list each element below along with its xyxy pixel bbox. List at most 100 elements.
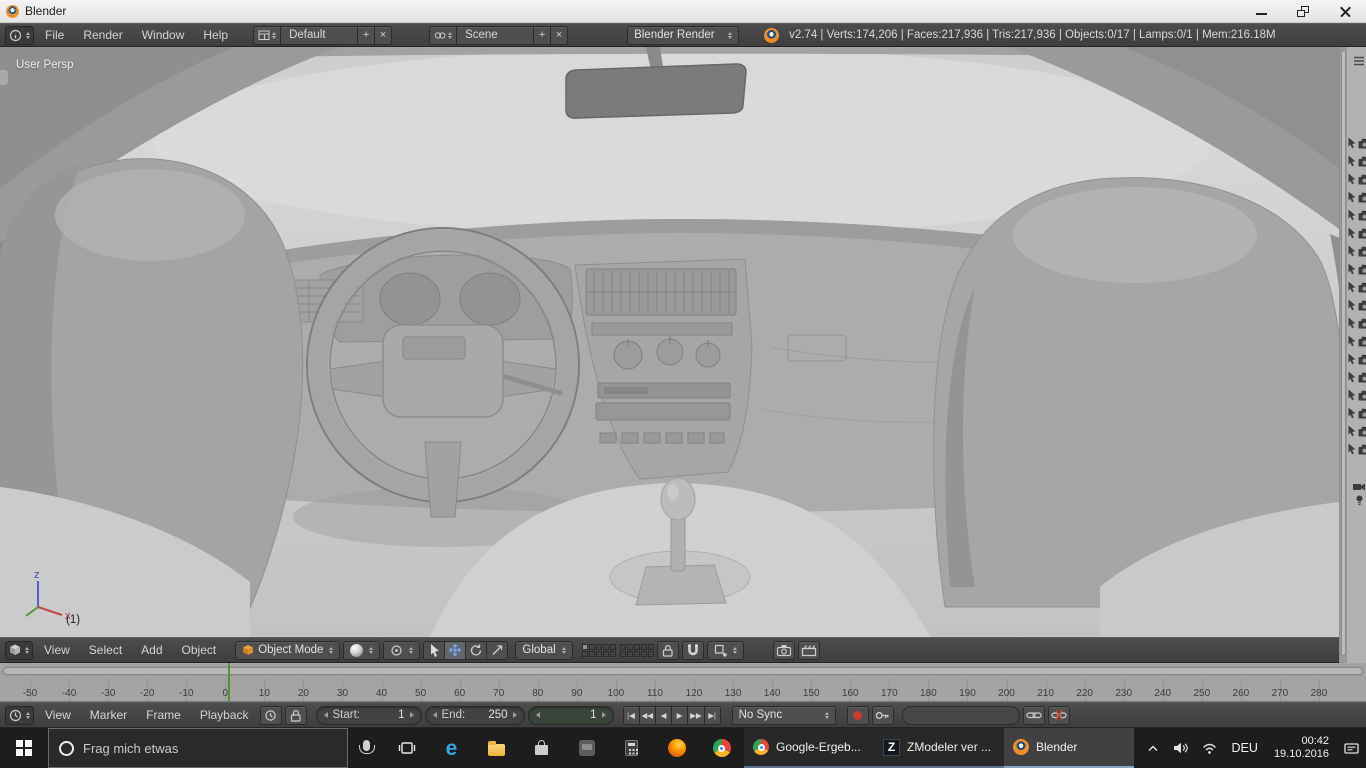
outliner-row[interactable] xyxy=(1347,371,1366,383)
bind-camera-button[interactable] xyxy=(1022,705,1045,725)
outliner-row[interactable] xyxy=(1347,191,1366,203)
unbind-camera-button[interactable] xyxy=(1047,705,1070,725)
snap-toggle[interactable] xyxy=(681,640,704,660)
layer-cell[interactable] xyxy=(640,643,647,650)
pivot-point-selector[interactable] xyxy=(383,640,421,660)
outliner-row[interactable] xyxy=(1347,407,1366,419)
volume-button[interactable] xyxy=(1166,728,1195,768)
sync-mode-selector[interactable]: No Sync xyxy=(731,705,836,725)
screen-layout-add-button[interactable]: + xyxy=(357,25,376,45)
decrement-arrow-icon[interactable] xyxy=(323,712,328,718)
menu-object[interactable]: Object xyxy=(174,643,225,657)
layer-cell[interactable] xyxy=(581,650,588,657)
opengl-render-animation-button[interactable] xyxy=(797,640,820,660)
outliner-row[interactable] xyxy=(1347,443,1366,455)
action-center-button[interactable] xyxy=(1337,728,1366,768)
scene-add-button[interactable]: + xyxy=(533,25,552,45)
increment-arrow-icon[interactable] xyxy=(512,712,517,718)
outliner-row[interactable] xyxy=(1347,209,1366,221)
layer-cell[interactable] xyxy=(602,643,609,650)
close-button[interactable] xyxy=(1324,0,1366,22)
outliner-row[interactable] xyxy=(1347,137,1366,149)
decrement-arrow-icon[interactable] xyxy=(535,712,540,718)
render-engine-selector[interactable]: Blender Render xyxy=(627,25,740,45)
increment-arrow-icon[interactable] xyxy=(409,712,414,718)
outliner-row[interactable] xyxy=(1347,173,1366,185)
editor-type-selector-timeline[interactable] xyxy=(5,705,34,725)
auto-keyframe-toggle[interactable] xyxy=(846,705,869,725)
manipulator-translate-button[interactable] xyxy=(444,640,467,660)
taskbar-app-chrome[interactable] xyxy=(699,728,744,768)
editor-type-selector-3dview[interactable] xyxy=(5,640,33,660)
scene-selector[interactable]: Scene + × xyxy=(429,25,569,45)
layer-cell[interactable] xyxy=(619,643,626,650)
start-button[interactable] xyxy=(0,728,48,768)
layer-cell[interactable] xyxy=(626,643,633,650)
layer-cell[interactable] xyxy=(619,650,626,657)
frame-end-field[interactable]: End: 250 xyxy=(424,705,525,725)
maximize-button[interactable] xyxy=(1282,0,1324,22)
scene-value[interactable]: Scene xyxy=(456,25,535,45)
screen-layout-close-button[interactable]: × xyxy=(374,25,393,45)
opengl-render-image-button[interactable] xyxy=(772,640,795,660)
layer-cell[interactable] xyxy=(626,650,633,657)
transform-orientation-selector[interactable]: Global xyxy=(515,640,573,660)
taskbar-app-explorer[interactable] xyxy=(474,728,519,768)
layer-cell[interactable] xyxy=(595,643,602,650)
layer-cell[interactable] xyxy=(588,650,595,657)
increment-arrow-icon[interactable] xyxy=(601,712,606,718)
playback-button-3[interactable]: ▶ xyxy=(671,705,689,725)
outliner-row[interactable] xyxy=(1347,227,1366,239)
frame-start-field[interactable]: Start: 1 xyxy=(315,705,422,725)
timeline-scrollbar-handle[interactable] xyxy=(3,667,1363,675)
outliner-row[interactable] xyxy=(1347,335,1366,347)
viewport-3d[interactable]: User Persp (1) z x xyxy=(0,47,1366,637)
screen-layout-value[interactable]: Default xyxy=(280,25,359,45)
layer-cell[interactable] xyxy=(647,643,654,650)
task-blender[interactable]: Blender xyxy=(1004,728,1134,768)
timeline-playhead[interactable] xyxy=(228,663,230,701)
taskbar-app-store[interactable] xyxy=(519,728,564,768)
region-expand-tab[interactable] xyxy=(0,69,9,86)
menu-tl-frame[interactable]: Frame xyxy=(138,708,189,722)
decrement-arrow-icon[interactable] xyxy=(432,712,437,718)
preview-range-toggle[interactable] xyxy=(259,705,282,725)
screen-layout-browse-button[interactable] xyxy=(253,25,282,45)
layer-cell[interactable] xyxy=(595,650,602,657)
outliner-row[interactable] xyxy=(1347,281,1366,293)
layer-cell[interactable] xyxy=(602,650,609,657)
outliner-row[interactable] xyxy=(1347,155,1366,167)
scene-close-button[interactable]: × xyxy=(550,25,569,45)
layer-cell[interactable] xyxy=(647,650,654,657)
playback-button-5[interactable]: ▶| xyxy=(703,705,721,725)
outliner-scrollbar[interactable] xyxy=(1340,47,1347,663)
task-zmodeler[interactable]: Z ZModeler ver ... xyxy=(874,728,1004,768)
manipulator-toggle-button[interactable] xyxy=(423,640,446,660)
layer-cell[interactable] xyxy=(640,650,647,657)
keying-set-button[interactable] xyxy=(871,705,894,725)
outliner-row[interactable] xyxy=(1347,299,1366,311)
outliner-scrollbar-handle[interactable] xyxy=(1341,50,1346,656)
menu-add[interactable]: Add xyxy=(133,643,170,657)
menu-view[interactable]: View xyxy=(36,643,78,657)
outliner-row[interactable] xyxy=(1347,245,1366,257)
mode-selector[interactable]: Object Mode xyxy=(235,640,341,660)
lock-to-scene-toggle[interactable] xyxy=(656,640,679,660)
playback-button-1[interactable]: ◀◀ xyxy=(638,705,657,725)
playback-button-2[interactable]: ◀ xyxy=(655,705,673,725)
layer-cell[interactable] xyxy=(588,643,595,650)
viewport-shading-selector[interactable] xyxy=(343,640,381,660)
outliner-camera-item[interactable] xyxy=(1352,481,1366,493)
manipulator-scale-button[interactable] xyxy=(486,640,509,660)
microphone-button[interactable] xyxy=(348,728,384,768)
timeline-scrollbar[interactable] xyxy=(2,666,1364,676)
menu-tl-marker[interactable]: Marker xyxy=(82,708,135,722)
language-indicator[interactable]: DEU xyxy=(1224,728,1266,768)
outliner-row[interactable] xyxy=(1347,263,1366,275)
outliner-row[interactable] xyxy=(1347,389,1366,401)
task-view-button[interactable] xyxy=(384,728,429,768)
outliner-editor-icon[interactable] xyxy=(1353,53,1365,71)
menu-tl-view[interactable]: View xyxy=(37,708,79,722)
menu-file[interactable]: File xyxy=(37,28,72,42)
menu-render[interactable]: Render xyxy=(75,28,130,42)
